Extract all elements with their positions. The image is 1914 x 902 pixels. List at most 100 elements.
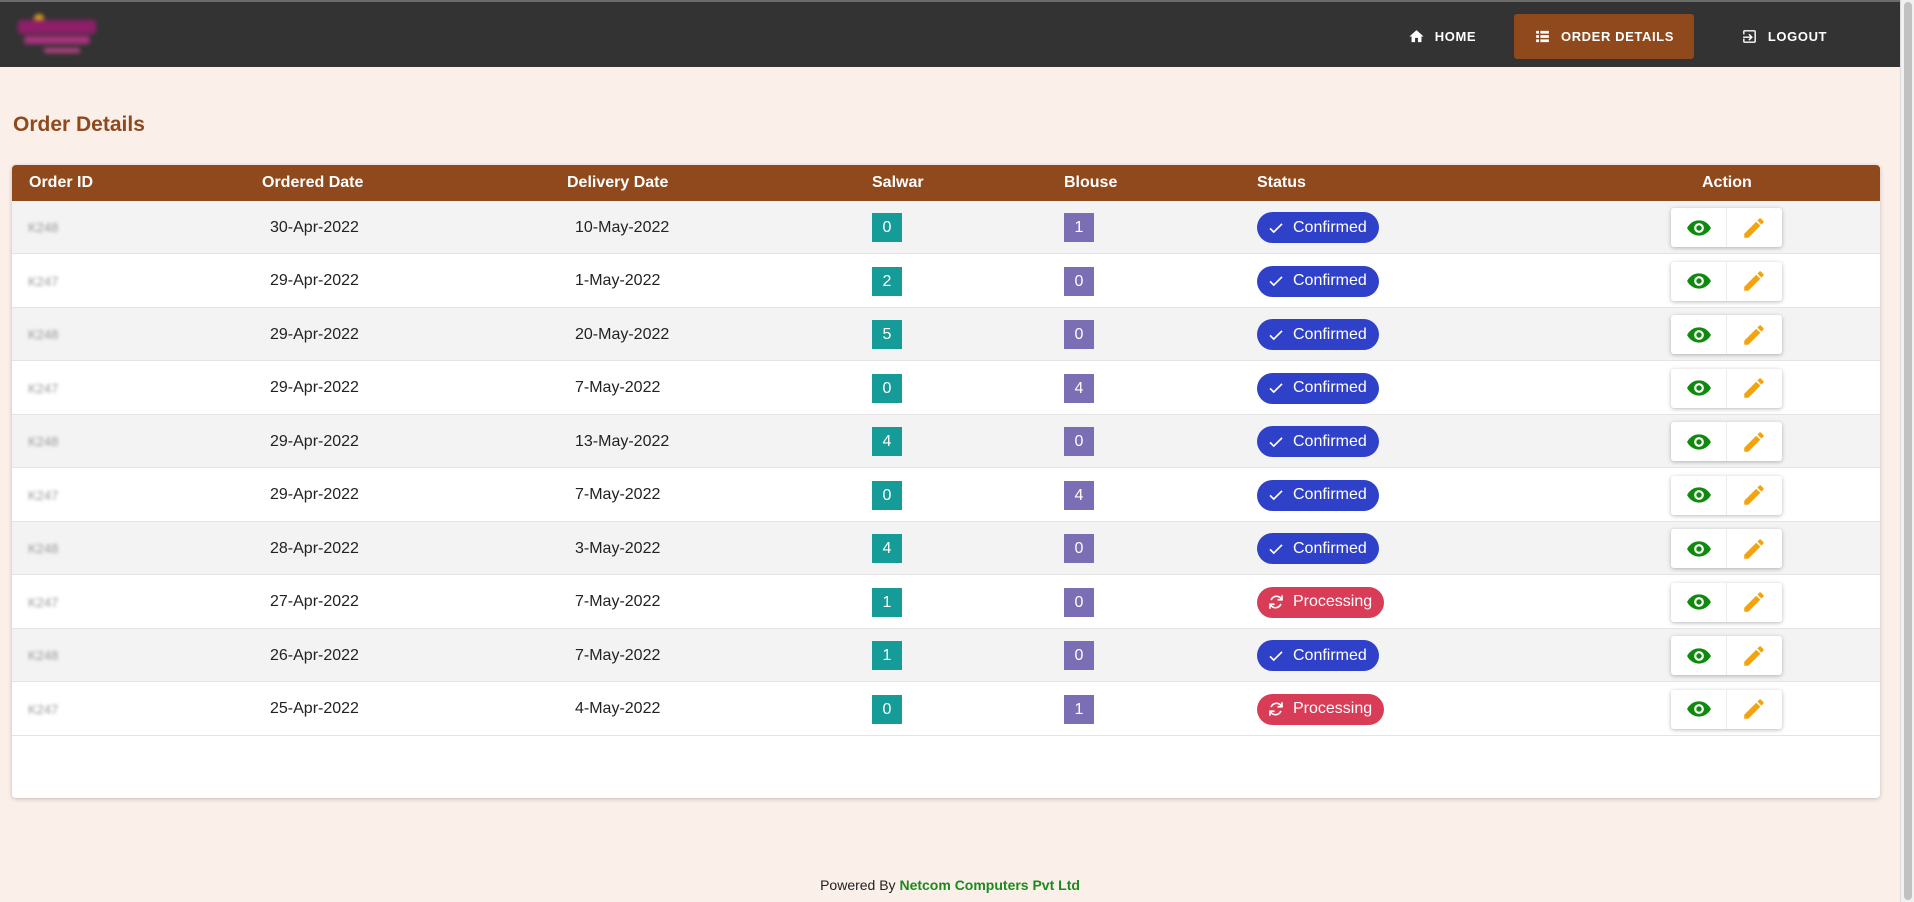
table-row: K247 29-Apr-2022 1-May-2022 2 0 Confirmed xyxy=(12,254,1880,308)
action-cell xyxy=(1671,255,1782,308)
view-order-button[interactable] xyxy=(1671,529,1726,568)
order-id-cell: K247 xyxy=(28,380,59,396)
blouse-count-badge: 0 xyxy=(1064,641,1094,670)
order-id-cell: K247 xyxy=(28,701,59,717)
blouse-count-badge: 1 xyxy=(1064,213,1094,242)
status-badge: Confirmed xyxy=(1257,533,1379,564)
order-id-cell: K248 xyxy=(28,541,59,556)
footer-company-link[interactable]: Netcom Computers Pvt Ltd xyxy=(899,877,1079,893)
action-button-group xyxy=(1671,208,1782,247)
view-order-button[interactable] xyxy=(1671,315,1726,354)
blouse-cell: 0 xyxy=(1064,522,1094,575)
check-icon xyxy=(1269,329,1283,340)
salwar-cell: 0 xyxy=(872,201,902,254)
header-salwar: Salwar xyxy=(872,174,924,191)
delivery-date-cell: 1-May-2022 xyxy=(575,272,661,289)
status-badge: Confirmed xyxy=(1257,212,1379,243)
pencil-icon xyxy=(1744,538,1764,559)
pencil-icon xyxy=(1744,592,1764,612)
view-order-button[interactable] xyxy=(1671,636,1726,675)
delivery-date-cell: 7-May-2022 xyxy=(575,593,661,610)
brand-logo[interactable] xyxy=(14,12,102,60)
view-order-button[interactable] xyxy=(1671,208,1726,247)
edit-order-button[interactable] xyxy=(1726,208,1781,247)
salwar-count-badge: 4 xyxy=(872,534,902,563)
salwar-count-badge: 1 xyxy=(872,587,902,617)
delivery-date-cell: 7-May-2022 xyxy=(575,379,661,396)
view-order-button[interactable] xyxy=(1671,690,1726,729)
status-cell: Processing xyxy=(1257,683,1385,736)
edit-order-button[interactable] xyxy=(1726,529,1781,568)
action-button-group xyxy=(1671,529,1782,568)
salwar-cell: 0 xyxy=(872,683,902,736)
action-button-group xyxy=(1671,689,1782,729)
order-id-cell: K248 xyxy=(28,434,59,449)
nav-home-button[interactable]: HOME xyxy=(1378,14,1506,59)
action-cell xyxy=(1671,415,1782,468)
action-button-group xyxy=(1671,368,1782,408)
status-cell: Confirmed xyxy=(1257,629,1379,682)
page-title: Order Details xyxy=(13,113,145,136)
scrollbar-thumb[interactable] xyxy=(1904,2,1912,900)
table-row: K247 27-Apr-2022 7-May-2022 1 0 Processing xyxy=(12,575,1880,629)
ordered-date-cell: 29-Apr-2022 xyxy=(270,272,359,289)
action-cell xyxy=(1671,308,1782,361)
action-button-group xyxy=(1671,315,1782,354)
check-icon xyxy=(1269,383,1283,394)
ordered-date-cell: 25-Apr-2022 xyxy=(270,700,359,717)
action-cell xyxy=(1671,629,1782,682)
salwar-cell: 4 xyxy=(872,522,902,575)
blouse-count-badge: 0 xyxy=(1064,427,1094,456)
edit-order-button[interactable] xyxy=(1726,475,1781,515)
edit-order-button[interactable] xyxy=(1726,422,1781,461)
check-icon xyxy=(1269,222,1283,233)
edit-order-button[interactable] xyxy=(1726,315,1781,354)
page-scrollbar[interactable] xyxy=(1900,0,1914,902)
table-row: K247 29-Apr-2022 7-May-2022 0 4 Confirmed xyxy=(12,468,1880,522)
table-header: Order ID Ordered Date Delivery Date Salw… xyxy=(12,165,1880,201)
nav-logout-label: LOGOUT xyxy=(1767,29,1828,44)
status-cell: Confirmed xyxy=(1257,522,1379,575)
delivery-date-cell: 7-May-2022 xyxy=(575,486,661,503)
blouse-cell: 0 xyxy=(1064,255,1094,308)
check-icon xyxy=(1269,543,1283,554)
delivery-date-cell: 3-May-2022 xyxy=(575,539,661,557)
salwar-cell: 4 xyxy=(872,415,902,468)
sync-icon xyxy=(1269,702,1283,716)
status-label: Confirmed xyxy=(1293,486,1367,503)
status-cell: Confirmed xyxy=(1257,469,1379,522)
pencil-icon xyxy=(1744,699,1764,719)
list-icon xyxy=(1536,30,1549,43)
header-status: Status xyxy=(1257,174,1306,191)
edit-order-button[interactable] xyxy=(1726,636,1781,675)
pencil-icon xyxy=(1744,217,1764,238)
check-icon xyxy=(1269,650,1283,661)
view-order-button[interactable] xyxy=(1671,262,1726,301)
nav-order-details-button[interactable]: ORDER DETAILS xyxy=(1514,14,1694,59)
blouse-count-badge: 0 xyxy=(1064,320,1094,349)
view-order-button[interactable] xyxy=(1671,476,1726,515)
nav-logout-button[interactable]: LOGOUT xyxy=(1720,14,1848,59)
status-cell: Processing xyxy=(1257,576,1385,629)
status-cell: Confirmed xyxy=(1257,362,1379,415)
edit-order-button[interactable] xyxy=(1726,368,1781,408)
view-order-button[interactable] xyxy=(1671,422,1726,461)
status-label: Confirmed xyxy=(1293,325,1367,343)
status-badge: Processing xyxy=(1257,693,1385,725)
order-id-cell: K248 xyxy=(28,220,59,235)
edit-order-button[interactable] xyxy=(1726,689,1781,729)
status-badge: Confirmed xyxy=(1257,479,1379,511)
eye-icon xyxy=(1686,540,1711,557)
action-cell xyxy=(1671,201,1782,254)
header-blouse: Blouse xyxy=(1064,174,1118,191)
view-order-button[interactable] xyxy=(1671,583,1726,622)
status-badge: Confirmed xyxy=(1257,426,1379,457)
salwar-cell: 5 xyxy=(872,308,902,361)
edit-order-button[interactable] xyxy=(1726,582,1781,622)
salwar-count-badge: 4 xyxy=(872,427,902,456)
edit-order-button[interactable] xyxy=(1726,261,1781,301)
salwar-count-badge: 0 xyxy=(872,694,902,724)
action-cell xyxy=(1671,683,1782,736)
view-order-button[interactable] xyxy=(1671,369,1726,408)
blouse-cell: 0 xyxy=(1064,576,1094,629)
